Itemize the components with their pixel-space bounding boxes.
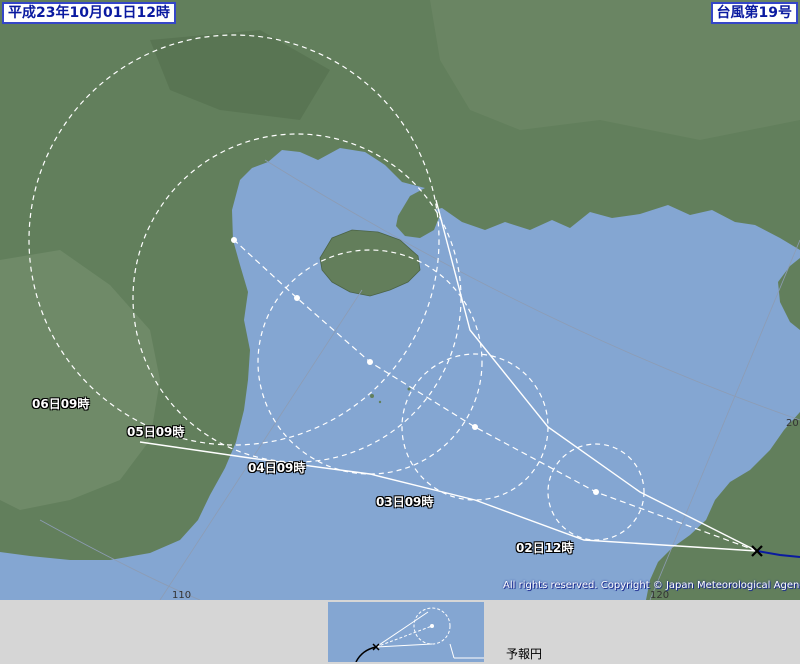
- forecast-point: [231, 237, 237, 243]
- typhoon-name-label: 台風第19号: [710, 2, 798, 24]
- legend-sea: [328, 602, 484, 662]
- forecast-point: [472, 424, 478, 430]
- copyright-notice: All rights reserved. Copyright © Japan M…: [503, 580, 800, 591]
- forecast-label-05d09h: 05日09時: [127, 425, 185, 439]
- forecast-point: [294, 295, 300, 301]
- issue-date-label: 平成23年10月01日12時: [2, 2, 176, 24]
- paracel-islet: [378, 400, 382, 404]
- paracel-islet: [370, 394, 374, 398]
- forecast-label-04d09h: 04日09時: [248, 461, 306, 475]
- legend-example-map: [328, 602, 484, 662]
- latitude-label-20: 20: [786, 418, 799, 429]
- forecast-label-06d09h: 06日09時: [32, 397, 90, 411]
- paracel-islet: [407, 387, 411, 391]
- forecast-label-02d12h: 02日12時: [516, 541, 574, 555]
- forecast-label-03d09h: 03日09時: [376, 495, 434, 509]
- legend-forecast-circle-label: 予報円: [506, 647, 543, 661]
- typhoon-track-map: [0, 0, 800, 600]
- legend-forecast-point: [430, 624, 434, 628]
- forecast-point: [367, 359, 373, 365]
- typhoon-map-view: 平成23年10月01日12時 台風第19号 02日12時 03日09時 04日0…: [0, 0, 800, 664]
- forecast-point: [593, 489, 599, 495]
